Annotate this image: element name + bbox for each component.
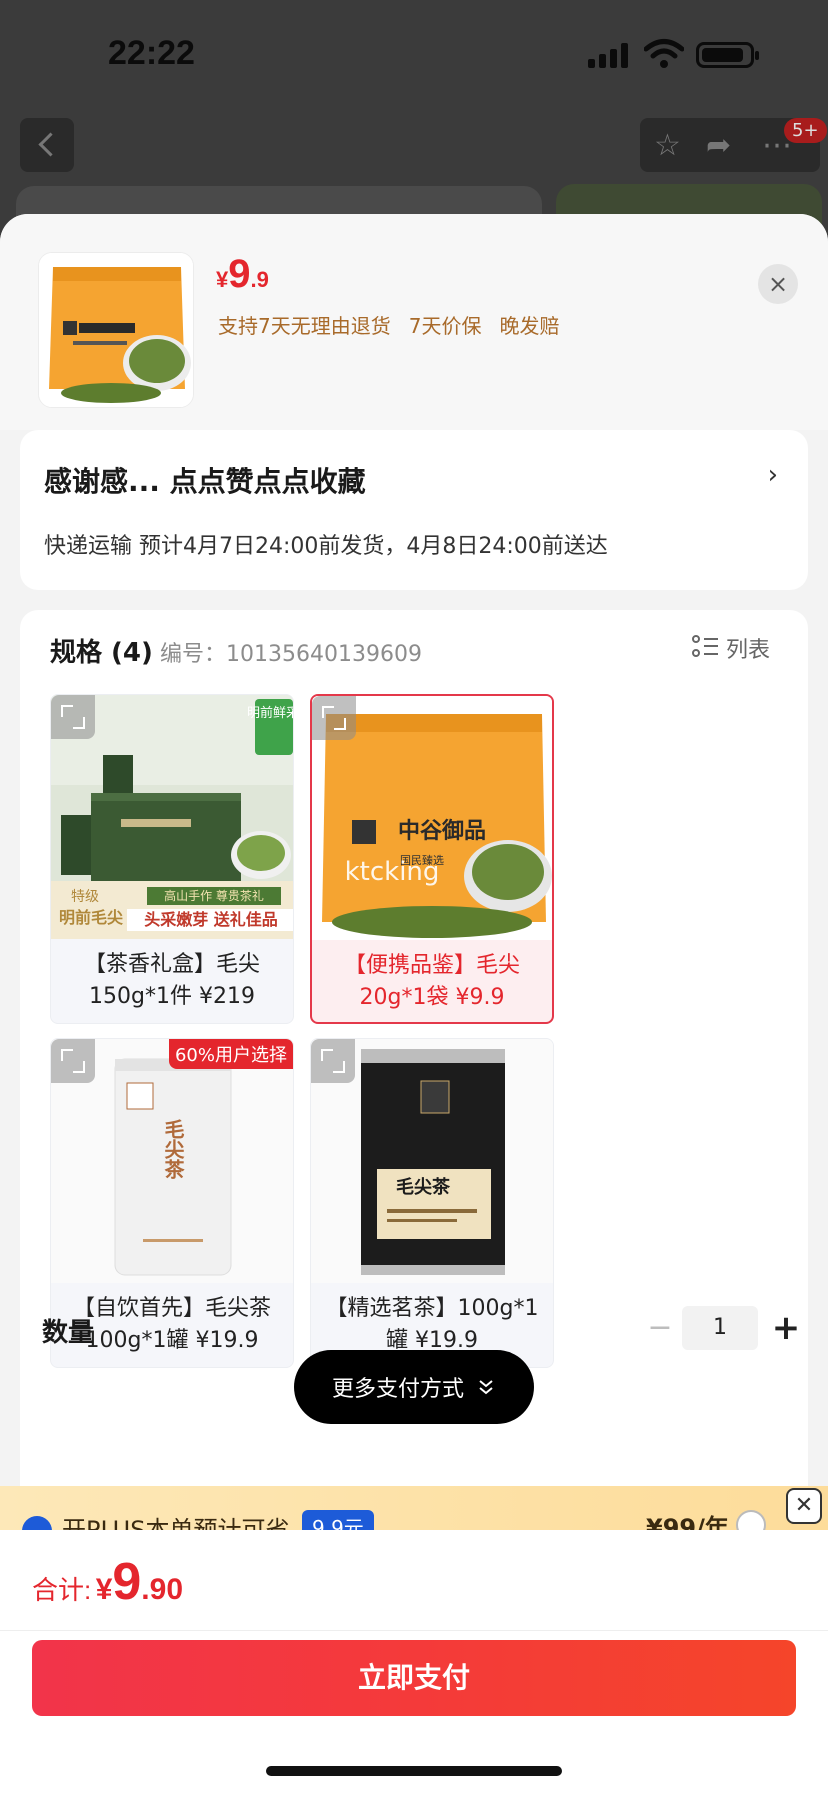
status-time: 22:22 (108, 34, 195, 72)
address-title: 感谢感... 点点赞点点收藏 (44, 465, 366, 498)
option-image: 中谷御品 国民臻选 ktcking (312, 696, 552, 940)
product-code: 编号：10135640139609 (160, 642, 422, 667)
total-label: 合计: (32, 1575, 92, 1605)
option-name: 【便携品鉴】毛尖 (343, 953, 520, 978)
back-button[interactable] (20, 118, 74, 172)
spec-option[interactable]: 明前鲜采 高山手作 尊贵茶礼 头采嫩芽 送礼佳品 特级 明前毛尖 【茶香礼盒】毛… (50, 694, 294, 1024)
total-decimal: .90 (141, 1573, 184, 1606)
option-label: 【便携品鉴】毛尖 20g*1袋 ¥9.9 (318, 950, 546, 1014)
plus-promo-text: 开PLUS本单预计可省 (62, 1516, 290, 1530)
order-total: 合计: ¥9.90 (32, 1552, 183, 1612)
service-item: 晚发赔 (499, 314, 560, 338)
service-item: 7天价保 (408, 314, 482, 338)
plus-close-icon[interactable]: ✕ (786, 1488, 822, 1524)
quantity-increase-button[interactable]: + (766, 1306, 806, 1350)
option-image: 毛尖茶 60%用户选择 (51, 1039, 293, 1283)
star-icon[interactable]: ☆ (654, 128, 681, 163)
pay-now-button[interactable]: 立即支付 (32, 1640, 796, 1716)
product-thumbnail[interactable] (38, 252, 194, 408)
share-icon[interactable]: ➦ (706, 128, 731, 163)
option-image: 明前鲜采 高山手作 尊贵茶礼 头采嫩芽 送礼佳品 特级 明前毛尖 (51, 695, 293, 939)
plus-select-radio[interactable] (736, 1510, 766, 1530)
option-label: 【茶香礼盒】毛尖 150g*1件 ¥219 (57, 949, 287, 1013)
shipping-estimate: 快递运输 预计4月7日24:00前发货，4月8日24:00前送达 (44, 534, 608, 559)
white-can-text: 毛尖茶 (161, 1119, 185, 1179)
gift-box-corner-text: 明前鲜采 (247, 705, 293, 721)
sheet-header: ¥9.9 支持7天无理由退货 7天价保 晚发赔 × (0, 214, 828, 430)
popular-choice-tag: 60%用户选择 (168, 1039, 293, 1069)
watermark-text: ktcking (345, 857, 440, 887)
list-view-toggle[interactable]: 列表 (691, 632, 770, 664)
quantity-label: 数量 (42, 1318, 95, 1348)
option-detail: 150g*1件 ¥219 (89, 984, 255, 1009)
gift-box-banner-2: 头采嫩芽 送礼佳品 (144, 910, 278, 929)
total-currency: ¥ (95, 1573, 113, 1606)
status-bar: 22:22 (0, 0, 828, 110)
tea-bag-thumbnail-image (39, 253, 193, 407)
price-currency: ¥ (216, 267, 229, 292)
checkout-footer: 合计: ¥9.90 立即支付 (0, 1530, 828, 1795)
service-guarantees: 支持7天无理由退货 7天价保 晚发赔 (218, 310, 577, 339)
wifi-icon (644, 39, 684, 68)
plus-annual-price: ¥99/年 (646, 1514, 729, 1530)
chevron-right-icon: › (767, 460, 778, 490)
double-chevron-down-icon (479, 1380, 493, 1395)
list-view-label: 列表 (725, 638, 770, 663)
battery-icon (696, 42, 759, 68)
price-decimal: .9 (250, 267, 269, 292)
black-can-text: 毛尖茶 (396, 1176, 451, 1198)
service-item: 支持7天无理由退货 (218, 314, 391, 338)
plus-savings-tag: 9.9元 (302, 1510, 374, 1530)
address-card[interactable]: 感谢感... 点点赞点点收藏 › 快递运输 预计4月7日24:00前发货，4月8… (20, 430, 808, 590)
gift-box-banner-1: 高山手作 尊贵茶礼 (164, 888, 264, 903)
divider (0, 1630, 828, 1631)
spec-option-selected[interactable]: 中谷御品 国民臻选 ktcking 【便携品鉴】毛尖 20g*1袋 ¥9.9 (310, 694, 554, 1024)
list-icon (691, 635, 718, 661)
option-detail: 20g*1袋 ¥9.9 (359, 985, 505, 1010)
bag-brand-text: 中谷御品 (398, 818, 486, 844)
option-image: 毛尖茶 (311, 1039, 553, 1283)
gift-box-side-1: 特级 (71, 889, 99, 905)
expand-icon[interactable] (51, 695, 95, 739)
total-integer: 9 (112, 1553, 142, 1611)
option-name: 【茶香礼盒】毛尖 (83, 952, 260, 977)
price-integer: 9 (228, 252, 251, 296)
expand-icon[interactable] (51, 1039, 95, 1083)
more-payment-methods-button[interactable]: 更多支付方式 (294, 1350, 534, 1424)
gift-box-side-2: 明前毛尖 (59, 908, 123, 927)
spec-title: 规格 (4) (50, 638, 153, 668)
home-indicator (266, 1766, 562, 1776)
cell-signal-icon (588, 42, 632, 68)
close-button[interactable]: × (758, 264, 798, 304)
quantity-decrease-button[interactable]: − (640, 1308, 680, 1348)
unit-price: ¥9.9 (216, 252, 269, 297)
quantity-input[interactable]: 1 (682, 1306, 758, 1350)
plus-badge-icon (22, 1516, 52, 1530)
expand-icon[interactable] (311, 1039, 355, 1083)
message-badge: 5+ (784, 118, 827, 143)
plus-promo-bar[interactable]: 开PLUS本单预计可省 9.9元 ¥99/年 (0, 1486, 828, 1530)
more-payment-label: 更多支付方式 (331, 1377, 464, 1402)
expand-icon[interactable] (312, 696, 356, 740)
